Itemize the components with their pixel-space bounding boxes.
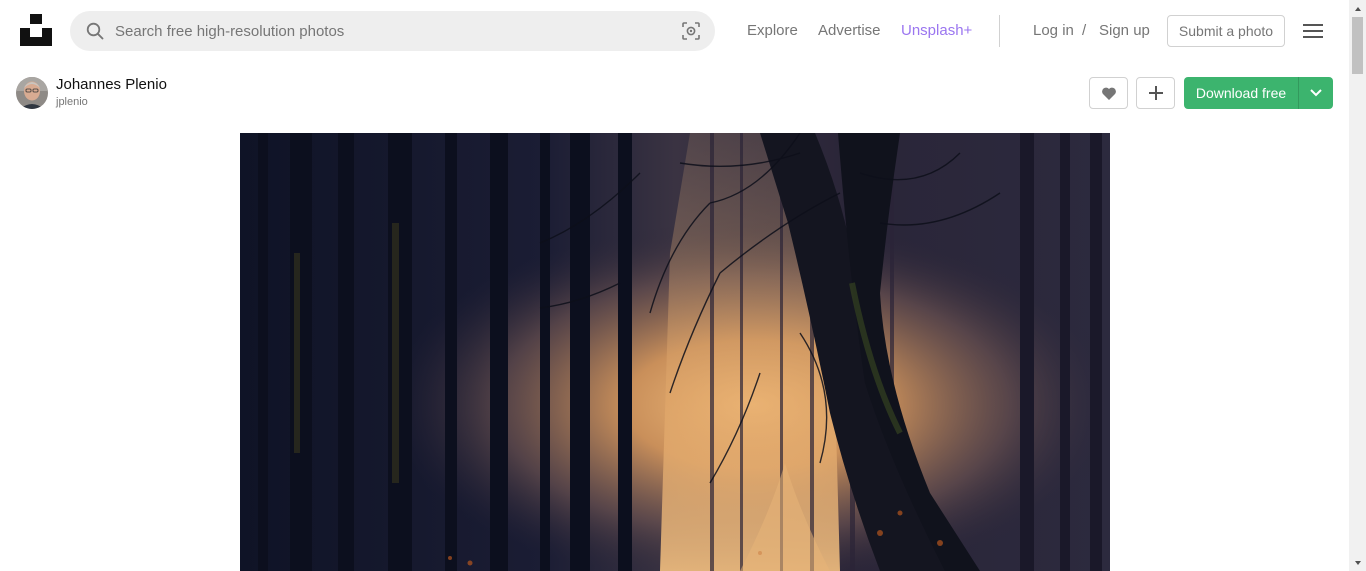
page-scrollbar[interactable] (1349, 0, 1366, 571)
login-signup-separator: / (1082, 22, 1087, 39)
submit-photo-button[interactable]: Submit a photo (1167, 15, 1285, 47)
top-header: Explore Advertise Unsplash+ Log in / Sig… (0, 0, 1349, 62)
scrollbar-thumb[interactable] (1352, 17, 1363, 74)
avatar[interactable] (16, 77, 48, 109)
search-icon[interactable] (85, 21, 105, 41)
scroll-up-arrow[interactable] (1349, 0, 1366, 17)
download-free-button[interactable]: Download free (1184, 77, 1298, 109)
main-photo[interactable] (240, 133, 1110, 571)
nav-divider (999, 15, 1000, 47)
triangle-up-icon (1354, 6, 1361, 11)
nav-advertise-link[interactable]: Advertise (818, 22, 881, 40)
nav-explore-link[interactable]: Explore (747, 22, 798, 40)
login-link[interactable]: Log in (1033, 22, 1074, 40)
like-button[interactable] (1089, 77, 1128, 109)
signup-link[interactable]: Sign up (1099, 22, 1150, 40)
photographer-handle[interactable]: jplenio (56, 96, 88, 109)
scroll-down-arrow[interactable] (1349, 554, 1366, 571)
add-to-collection-button[interactable] (1136, 77, 1175, 109)
nav-unsplash-plus-link[interactable]: Unsplash+ (901, 22, 972, 40)
chevron-down-icon (1310, 89, 1322, 97)
search-input[interactable] (115, 11, 670, 51)
download-size-dropdown[interactable] (1299, 77, 1333, 109)
plus-icon (1148, 86, 1163, 100)
forest-photo-image (240, 133, 1110, 571)
search-bar (70, 11, 715, 51)
photographer-name[interactable]: Johannes Plenio (56, 76, 167, 94)
heart-icon (1101, 87, 1116, 100)
hamburger-menu-icon[interactable] (1302, 21, 1324, 41)
download-button-group: Download free (1184, 77, 1333, 109)
visual-search-icon[interactable] (681, 21, 701, 41)
unsplash-logo-icon[interactable] (20, 14, 52, 46)
triangle-down-icon (1354, 560, 1361, 565)
